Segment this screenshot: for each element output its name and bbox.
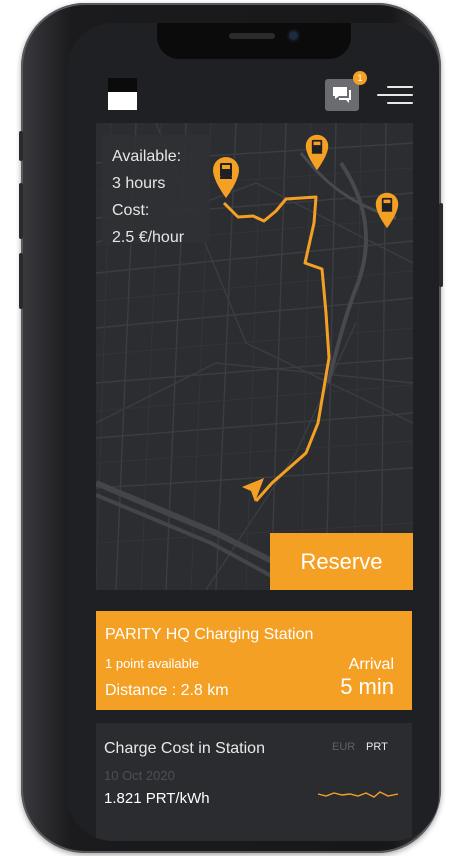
app-logo xyxy=(108,78,137,110)
arrival-time: 5 min xyxy=(340,674,394,699)
points-available: 1 point available xyxy=(105,656,199,671)
currency-toggle-prt[interactable]: PRT xyxy=(366,741,388,753)
cost-date: 10 Oct 2020 xyxy=(104,768,175,783)
app-screen: 1 Available: 3 hours Cost: 2.5 €/hour Re… xyxy=(67,23,439,841)
phone-side-button xyxy=(19,183,23,239)
cost-label: Cost: xyxy=(112,202,150,219)
reserve-button[interactable]: Reserve xyxy=(270,533,413,590)
menu-button[interactable] xyxy=(375,86,413,106)
phone-side-button xyxy=(19,253,23,309)
notch xyxy=(157,23,351,59)
price-sparkline xyxy=(317,791,399,798)
phone-frame: 1 Available: 3 hours Cost: 2.5 €/hour Re… xyxy=(19,3,443,853)
cost-per-kwh: 1.821 PRT/kWh xyxy=(104,790,210,807)
menu-icon-line xyxy=(387,102,413,104)
charging-station-pin-icon[interactable] xyxy=(374,191,400,229)
station-card[interactable]: PARITY HQ Charging Station 1 point avail… xyxy=(96,611,412,710)
phone-side-button xyxy=(439,203,443,287)
chat-icon xyxy=(333,87,351,103)
route-map[interactable]: Available: 3 hours Cost: 2.5 €/hour Rese… xyxy=(96,123,413,590)
notification-badge: 1 xyxy=(353,71,367,85)
chat-button[interactable] xyxy=(325,79,359,111)
charging-station-pin-icon[interactable] xyxy=(211,155,241,199)
menu-icon xyxy=(387,86,413,88)
station-name: PARITY HQ Charging Station xyxy=(105,626,314,643)
station-distance: Distance : 2.8 km xyxy=(105,682,229,699)
menu-icon-line xyxy=(377,94,413,96)
front-camera xyxy=(289,31,298,40)
navigation-arrow-icon xyxy=(242,478,264,502)
arrival-label: Arrival xyxy=(348,656,394,673)
cost-value: 2.5 €/hour xyxy=(112,229,185,246)
currency-toggle-eur[interactable]: EUR xyxy=(332,741,355,753)
availability-info-panel: Available: 3 hours Cost: 2.5 €/hour xyxy=(102,135,210,246)
speaker xyxy=(229,33,275,39)
charge-cost-title: Charge Cost in Station xyxy=(104,740,265,757)
charge-cost-card: Charge Cost in Station EUR PRT 10 Oct 20… xyxy=(96,723,412,841)
available-value: 3 hours xyxy=(112,175,166,192)
phone-side-button xyxy=(19,131,23,161)
available-label: Available: xyxy=(112,148,182,165)
charging-station-pin-icon[interactable] xyxy=(304,133,330,171)
